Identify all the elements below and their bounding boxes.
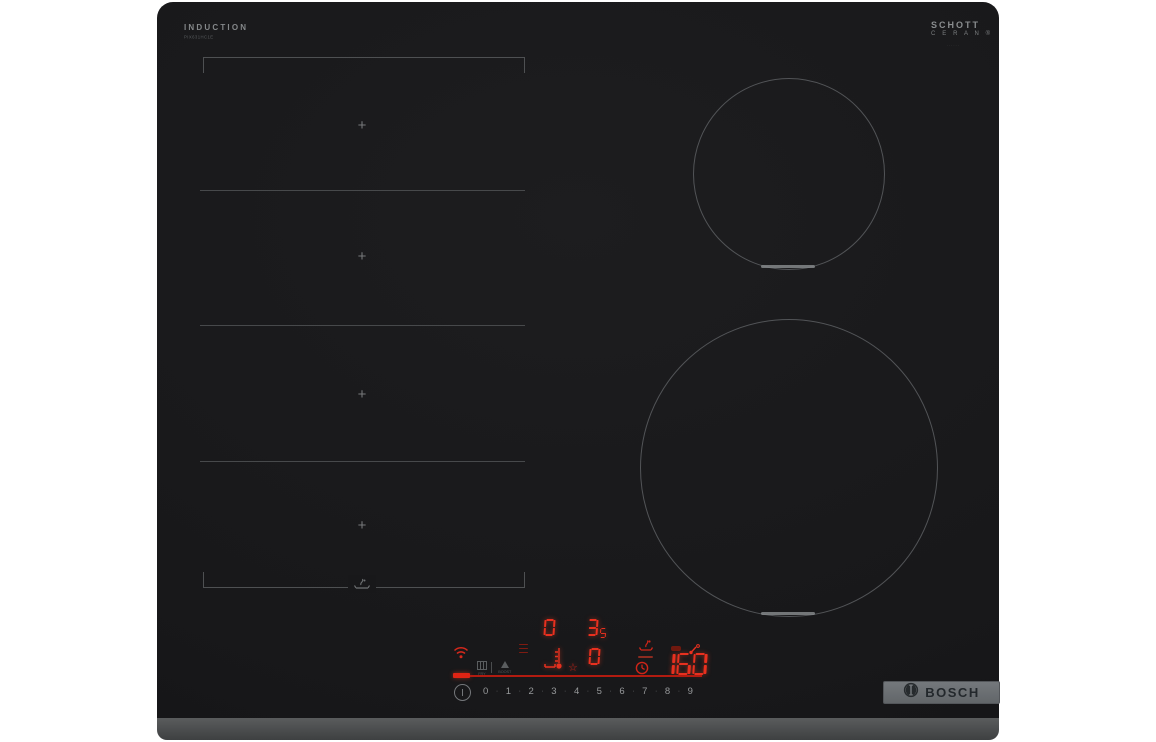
zone-center-mark-4: + — [357, 517, 367, 534]
fry-sensor-icon — [543, 645, 563, 677]
power-level-separator: · — [677, 688, 681, 695]
pot-position-mark-bottom — [761, 612, 815, 615]
cooking-zone-bottom-right — [640, 319, 938, 617]
flex-zone-separator-1 — [200, 190, 525, 191]
zone-right-level-digit — [586, 619, 598, 641]
induction-hob: INDUCTION PIX631HC1E SCHOTT C E R A N ® … — [157, 2, 1000, 740]
pan-grid-icon — [477, 661, 487, 670]
power-level-separator: · — [609, 688, 612, 695]
pot-position-mark-top — [761, 265, 815, 268]
zone-center-mark-3: + — [357, 386, 367, 403]
zone-center-mark-1: + — [357, 117, 367, 134]
power-level-separator: · — [586, 688, 590, 695]
indicator-divider — [491, 662, 492, 673]
front-edge-trim — [157, 718, 999, 740]
power-level-separator: · — [495, 688, 499, 695]
boost-triangle-icon — [500, 661, 509, 668]
cooking-zone-top-right — [693, 78, 885, 270]
power-level-separator: · — [564, 688, 567, 695]
schott-fineprint: · · · · · · — [947, 44, 959, 49]
power-level-0[interactable]: 0 — [483, 686, 488, 697]
power-slider-active-segment[interactable] — [453, 673, 470, 678]
zone-left-level-display — [543, 619, 555, 641]
power-level-separator: · — [518, 688, 521, 695]
zone-center-mark-2: + — [357, 248, 367, 265]
power-level-separator: · — [541, 688, 544, 695]
power-level-4[interactable]: 4 — [574, 686, 579, 697]
boost-indicator: BOOST — [496, 661, 514, 675]
zone-right-half-step-digit — [599, 628, 607, 641]
model-code-print: PIX631HC1E — [184, 35, 214, 41]
heat-indicator-icon — [671, 646, 681, 651]
zone-right-level-display — [586, 619, 607, 641]
schott-logo-text: SCHOTT — [931, 20, 980, 30]
power-level-3[interactable]: 3 — [551, 686, 556, 697]
power-level-1[interactable]: 1 — [506, 686, 511, 697]
bosch-symbol-icon — [903, 682, 919, 703]
timer-underline — [638, 656, 653, 658]
boost-indicator-label: BOOST — [498, 669, 512, 675]
power-slider-track[interactable] — [470, 675, 702, 677]
power-level-6[interactable]: 6 — [619, 686, 624, 697]
power-level-separator: · — [632, 688, 635, 695]
bosch-logo-text: BOSCH — [925, 685, 980, 700]
flex-zone-top-bracket — [203, 57, 525, 73]
flex-zone-separator-2 — [200, 325, 525, 326]
flex-zone-separator-3 — [200, 461, 525, 462]
ceran-logo-text: C E R A N ® — [931, 31, 993, 37]
power-button[interactable] — [454, 684, 471, 701]
power-level-9[interactable]: 9 — [688, 686, 693, 697]
steam-pot-icon — [637, 636, 655, 658]
pan-steam-icon — [348, 575, 376, 593]
induction-print-label: INDUCTION — [184, 23, 249, 32]
power-level-8[interactable]: 8 — [665, 686, 670, 697]
product-image: INDUCTION PIX631HC1E SCHOTT C E R A N ® … — [0, 0, 1156, 742]
power-level-7[interactable]: 7 — [642, 686, 647, 697]
wifi-icon — [453, 646, 469, 664]
power-level-separator: · — [654, 688, 658, 695]
bosch-logo-band: BOSCH — [883, 681, 1000, 704]
fry-level-digit — [588, 648, 600, 670]
timer-clock-key[interactable] — [635, 661, 649, 680]
fry-level-display — [588, 648, 600, 670]
zone-left-level-digit — [543, 619, 555, 641]
power-level-2[interactable]: 2 — [528, 686, 533, 697]
power-level-5[interactable]: 5 — [597, 686, 602, 697]
power-level-row: 0 · 1 · 2 · 3 · 4 · 5 · 6 · 7 · 8 · 9 — [483, 686, 693, 697]
schott-ceran-logo: SCHOTT C E R A N ® — [931, 20, 993, 37]
favorite-star-key[interactable]: ☆ — [568, 663, 578, 674]
menu-dashes-icon — [519, 641, 528, 656]
